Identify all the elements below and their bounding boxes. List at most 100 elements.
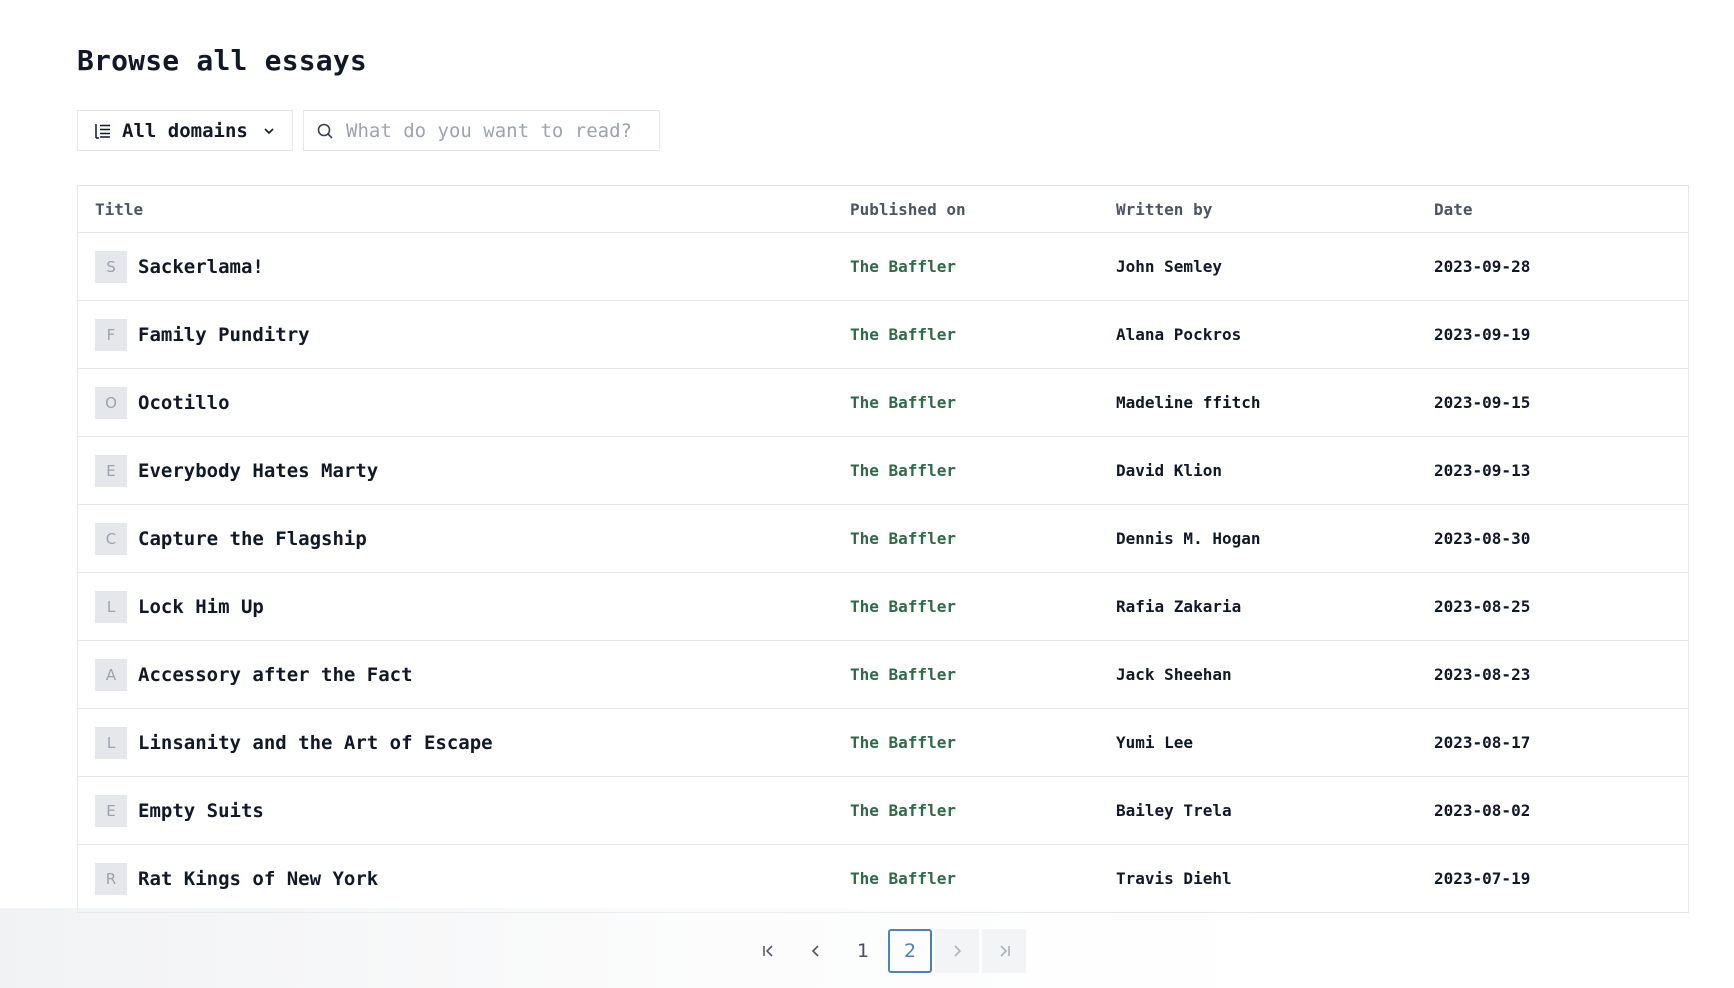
essay-title-link[interactable]: Ocotillo [138, 392, 230, 414]
next-page-button[interactable] [935, 929, 979, 973]
essay-initial-avatar: E [95, 794, 127, 827]
title-cell: C Capture the Flagship [95, 505, 367, 572]
domain-filter-dropdown[interactable]: All domains [77, 110, 293, 151]
publication-link[interactable]: The Baffler [850, 665, 956, 684]
table-row[interactable]: E Empty Suits The Baffler Bailey Trela 2023-… [78, 777, 1688, 845]
chevron-left-icon [811, 945, 819, 957]
essay-title-link[interactable]: Empty Suits [138, 800, 264, 822]
first-page-icon [763, 945, 773, 957]
page-1-button[interactable]: 1 [841, 929, 885, 973]
essay-title-link[interactable]: Sackerlama! [138, 256, 264, 278]
date-cell: 2023-07-19 [1434, 869, 1531, 888]
published-on-cell: The Baffler [850, 641, 956, 708]
published-on-cell: The Baffler [850, 573, 956, 640]
author-cell: Travis Diehl [1116, 869, 1232, 888]
title-cell: O Ocotillo [95, 369, 230, 436]
published-on-cell: The Baffler [850, 777, 956, 844]
publication-link[interactable]: The Baffler [850, 733, 956, 752]
author-cell: John Semley [1116, 257, 1222, 276]
title-cell: S Sackerlama! [95, 233, 264, 300]
column-header-title: Title [95, 199, 144, 219]
author-cell: Jack Sheehan [1116, 665, 1232, 684]
search-input[interactable] [344, 118, 638, 143]
essay-title-link[interactable]: Family Punditry [138, 324, 310, 346]
publication-link[interactable]: The Baffler [850, 461, 956, 480]
pagination: 1 2 [747, 929, 1026, 973]
publication-link[interactable]: The Baffler [850, 801, 956, 820]
publication-link[interactable]: The Baffler [850, 529, 956, 548]
title-cell: F Family Punditry [95, 301, 310, 368]
essay-initial-avatar: A [95, 658, 127, 691]
title-cell: E Everybody Hates Marty [95, 437, 378, 504]
title-cell: R Rat Kings of New York [95, 845, 378, 912]
table-row[interactable]: A Accessory after the Fact The Baffler Jack… [78, 641, 1688, 709]
list-icon [95, 123, 110, 139]
search-icon [317, 123, 333, 139]
essays-table: Title Published on Written by Date S Sack… [77, 185, 1689, 913]
publication-link[interactable]: The Baffler [850, 325, 956, 344]
date-cell: 2023-08-25 [1434, 597, 1531, 616]
essay-title-link[interactable]: Everybody Hates Marty [138, 460, 378, 482]
date-cell: 2023-09-28 [1434, 257, 1531, 276]
table-row[interactable]: E Everybody Hates Marty The Baffler David K… [78, 437, 1688, 505]
table-row[interactable]: L Lock Him Up The Baffler Rafia Zakaria 2023… [78, 573, 1688, 641]
table-row[interactable]: L Linsanity and the Art of Escape The Baff… [78, 709, 1688, 777]
date-cell: 2023-08-17 [1434, 733, 1531, 752]
date-cell: 2023-08-23 [1434, 665, 1531, 684]
page-title: Browse all essays [77, 44, 367, 77]
published-on-cell: The Baffler [850, 709, 956, 776]
publication-link[interactable]: The Baffler [850, 257, 956, 276]
publication-link[interactable]: The Baffler [850, 393, 956, 412]
author-cell: Dennis M. Hogan [1116, 529, 1261, 548]
author-cell: David Klion [1116, 461, 1222, 480]
first-page-button[interactable] [747, 929, 791, 973]
author-cell: Yumi Lee [1116, 733, 1194, 752]
publication-link[interactable]: The Baffler [850, 597, 956, 616]
table-row[interactable]: O Ocotillo The Baffler Madeline ffitch 2023-… [78, 369, 1688, 437]
essay-title-link[interactable]: Accessory after the Fact [138, 664, 413, 686]
column-header-date: Date [1434, 199, 1473, 219]
essay-initial-avatar: S [95, 250, 127, 283]
published-on-cell: The Baffler [850, 505, 956, 572]
chevron-down-icon [264, 127, 274, 134]
date-cell: 2023-09-15 [1434, 393, 1531, 412]
previous-page-button[interactable] [794, 929, 838, 973]
title-cell: L Linsanity and the Art of Escape [95, 709, 493, 776]
title-cell: A Accessory after the Fact [95, 641, 413, 708]
page-2-button[interactable]: 2 [888, 929, 932, 973]
date-cell: 2023-08-30 [1434, 529, 1531, 548]
published-on-cell: The Baffler [850, 437, 956, 504]
published-on-cell: The Baffler [850, 233, 956, 300]
title-cell: E Empty Suits [95, 777, 264, 844]
essay-title-link[interactable]: Capture the Flagship [138, 528, 367, 550]
essay-initial-avatar: C [95, 522, 127, 555]
last-page-button[interactable] [982, 929, 1026, 973]
table-row[interactable]: S Sackerlama! The Baffler John Semley 2023-0… [78, 233, 1688, 301]
publication-link[interactable]: The Baffler [850, 869, 956, 888]
title-cell: L Lock Him Up [95, 573, 264, 640]
last-page-icon [1000, 945, 1010, 957]
table-row[interactable]: F Family Punditry The Baffler Alana Pockros… [78, 301, 1688, 369]
essay-initial-avatar: F [95, 318, 127, 351]
date-cell: 2023-09-19 [1434, 325, 1531, 344]
search-box [303, 110, 660, 151]
column-header-written-by: Written by [1116, 199, 1213, 219]
author-cell: Bailey Trela [1116, 801, 1232, 820]
domain-filter-label: All domains [122, 119, 248, 142]
column-header-published-on: Published on [850, 199, 966, 219]
author-cell: Alana Pockros [1116, 325, 1242, 344]
essay-initial-avatar: L [95, 726, 127, 759]
table-row[interactable]: C Capture the Flagship The Baffler Dennis M… [78, 505, 1688, 573]
published-on-cell: The Baffler [850, 845, 956, 912]
essay-initial-avatar: R [95, 862, 127, 895]
table-header: Title Published on Written by Date [78, 186, 1688, 233]
essay-title-link[interactable]: Linsanity and the Art of Escape [138, 732, 493, 754]
date-cell: 2023-09-13 [1434, 461, 1531, 480]
essay-title-link[interactable]: Rat Kings of New York [138, 868, 378, 890]
essay-initial-avatar: E [95, 454, 127, 487]
date-cell: 2023-08-02 [1434, 801, 1531, 820]
table-row[interactable]: R Rat Kings of New York The Baffler Travis … [78, 845, 1688, 913]
published-on-cell: The Baffler [850, 369, 956, 436]
essay-initial-avatar: O [95, 386, 127, 419]
essay-title-link[interactable]: Lock Him Up [138, 596, 264, 618]
